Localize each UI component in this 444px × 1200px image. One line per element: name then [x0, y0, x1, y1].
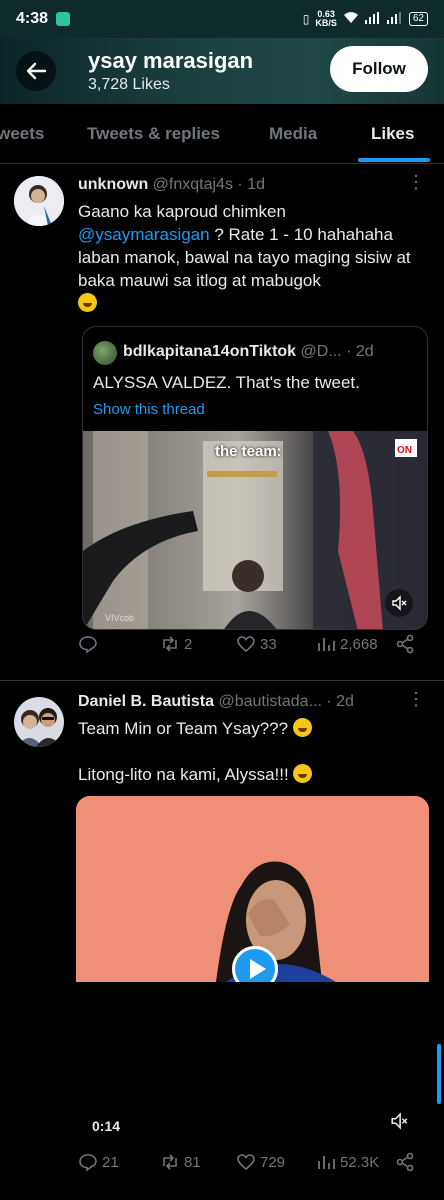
author-handle[interactable]: @fnxqtaj4s · 1d — [153, 176, 265, 193]
author-handle[interactable]: @bautistada... — [218, 693, 321, 710]
retweet-button[interactable]: 2 — [160, 634, 192, 654]
quoted-text: ALYSSA VALDEZ. That's the tweet. — [93, 373, 360, 392]
retweet-button[interactable]: 81 — [160, 1152, 201, 1172]
profile-header: ysay marasigan 3,728 Likes Follow — [0, 38, 444, 104]
tweet-meta: Daniel B. Bautista @bautistada... · 2d — [78, 693, 354, 711]
quoted-avatar — [93, 341, 117, 365]
signal-icon-2 — [386, 11, 403, 27]
share-button[interactable] — [395, 634, 415, 654]
quoted-video[interactable]: ON the team: VIVcob — [83, 431, 427, 629]
vibrate-icon: ▯ — [302, 12, 310, 26]
share-button[interactable] — [395, 1152, 415, 1172]
share-icon — [396, 634, 414, 654]
profile-name: ysay marasigan — [88, 48, 254, 73]
mute-icon — [392, 595, 407, 611]
video-duration: 0:14 — [92, 1118, 121, 1134]
video-watermark: VIVcob — [105, 613, 135, 623]
laughing-emoji-icon — [292, 718, 312, 737]
quoted-author-name: bdlkapitana14onTiktok — [123, 343, 297, 360]
like-button[interactable]: 729 — [236, 1152, 285, 1172]
video-thumbnail: ON — [83, 431, 427, 629]
mute-button[interactable] — [385, 589, 413, 617]
tweet[interactable]: unknown @fnxqtaj4s · 1d ⋮ Gaano ka kapro… — [0, 164, 444, 680]
author-name[interactable]: Daniel B. Bautista — [78, 693, 214, 710]
status-bar: 4:38 ▯ 0.63 KB/S 62 — [0, 0, 444, 38]
scrollbar[interactable] — [437, 1044, 441, 1104]
mute-button[interactable] — [390, 1112, 408, 1135]
reply-icon — [79, 636, 97, 654]
quoted-handle: @D... — [300, 343, 342, 360]
quoted-meta: bdlkapitana14onTiktok @D... · 2d — [123, 343, 374, 361]
notification-icon — [56, 12, 71, 26]
views-button[interactable]: 52.3K — [316, 1152, 379, 1172]
quoted-time: · 2d — [346, 343, 374, 360]
heart-icon — [237, 1154, 255, 1171]
rofl-emoji-icon — [78, 293, 97, 312]
tab-likes[interactable]: Likes — [371, 124, 414, 144]
tab-media[interactable]: Media — [269, 124, 317, 144]
show-thread-link[interactable]: Show this thread — [93, 401, 205, 418]
author-name[interactable]: unknown — [78, 176, 148, 193]
likes-count: 3,728 Likes — [88, 76, 170, 93]
network-speed: 0.63 KB/S — [315, 9, 337, 28]
retweet-icon — [163, 636, 177, 652]
follow-button[interactable]: Follow — [330, 46, 428, 92]
avatar[interactable] — [14, 176, 64, 226]
mention-link[interactable]: @ysaymarasigan — [78, 225, 210, 244]
mute-icon — [391, 1112, 408, 1130]
retweet-icon — [163, 1154, 177, 1170]
back-arrow-icon — [26, 62, 47, 80]
tweet-text: Team Min or Team Ysay??? Litong-lito na … — [78, 717, 428, 786]
wifi-icon — [343, 11, 359, 27]
profile-tabs: Tweets Tweets & replies Media Likes — [0, 104, 444, 164]
svg-text:ON: ON — [397, 445, 412, 456]
views-icon — [318, 1156, 335, 1169]
signal-icon — [364, 11, 381, 27]
tweet-meta: unknown @fnxqtaj4s · 1d — [78, 176, 265, 194]
header-text: ysay marasigan 3,728 Likes — [88, 48, 253, 94]
more-icon[interactable]: ⋮ — [407, 172, 426, 193]
like-button[interactable]: 33 — [236, 634, 277, 654]
video-caption: the team: — [215, 443, 282, 460]
back-button[interactable] — [16, 51, 56, 91]
share-icon — [396, 1152, 414, 1172]
tab-tweets[interactable]: Tweets — [0, 124, 44, 144]
avatar[interactable] — [14, 697, 64, 747]
tweet-time[interactable]: · 2d — [326, 693, 354, 710]
battery-icon: 62 — [408, 12, 428, 26]
reply-icon — [79, 1154, 97, 1172]
active-tab-indicator — [358, 158, 430, 162]
avatar-image — [14, 697, 64, 747]
reply-button[interactable] — [78, 634, 102, 654]
views-button[interactable]: 2,668 — [316, 634, 378, 654]
status-time: 4:38 — [16, 10, 49, 27]
quoted-tweet[interactable]: bdlkapitana14onTiktok @D... · 2d ALYSSA … — [82, 326, 428, 630]
views-icon — [318, 638, 335, 651]
heart-icon — [237, 636, 255, 653]
tweet-video[interactable] — [76, 796, 429, 982]
more-icon[interactable]: ⋮ — [407, 689, 426, 710]
rofl-emoji-icon — [293, 764, 313, 783]
avatar-image — [14, 176, 64, 226]
reply-button[interactable]: 21 — [78, 1152, 119, 1172]
tweet-text: Gaano ka kaproud chimken @ysaymarasigan … — [78, 200, 428, 315]
status-icons: ▯ 0.63 KB/S 62 — [303, 10, 428, 28]
tab-tweets-replies[interactable]: Tweets & replies — [87, 124, 220, 144]
